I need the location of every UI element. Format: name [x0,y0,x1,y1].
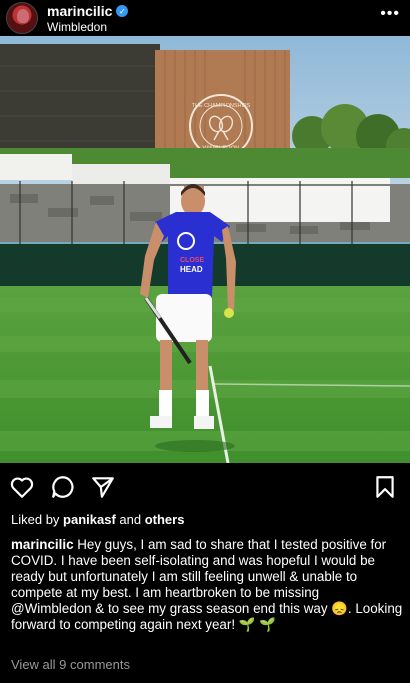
logo-text-top: THE CHAMPIONSHIPS [192,103,251,109]
liked-by-user[interactable]: panikasf [63,512,116,527]
post-header: marincilic ✓ Wimbledon ••• [0,0,410,36]
post-photo[interactable]: THE CHAMPIONSHIPS WIMBLEDON [0,36,410,463]
shirt-text-head: HEAD [180,265,203,274]
comment-icon[interactable] [50,474,76,500]
location-link[interactable]: Wimbledon [47,20,107,34]
shirt-text-close: CLOSE [180,257,204,264]
white-wall-left [0,154,72,180]
username[interactable]: marincilic [47,3,112,19]
view-all-comments-link[interactable]: View all 9 comments [11,657,130,672]
action-bar [0,470,410,504]
bookmark-icon[interactable] [372,474,398,500]
likes-others[interactable]: others [145,512,185,527]
likes-summary: Liked by panikasf and others [11,512,184,527]
more-options-icon[interactable]: ••• [380,5,400,23]
caption-username[interactable]: marincilic [11,537,74,552]
avatar[interactable] [6,2,38,34]
verified-badge-icon: ✓ [116,5,129,17]
username-row: marincilic ✓ [47,3,129,19]
white-wall-mid [72,164,170,184]
player-shadow [155,440,235,452]
post-caption: marincilic Hey guys, I am sad to share t… [11,537,403,633]
heart-icon[interactable] [9,474,35,500]
likes-prefix: Liked by [11,512,64,527]
likes-middle: and [115,512,145,527]
dark-building [0,44,160,154]
share-icon[interactable] [90,474,116,500]
